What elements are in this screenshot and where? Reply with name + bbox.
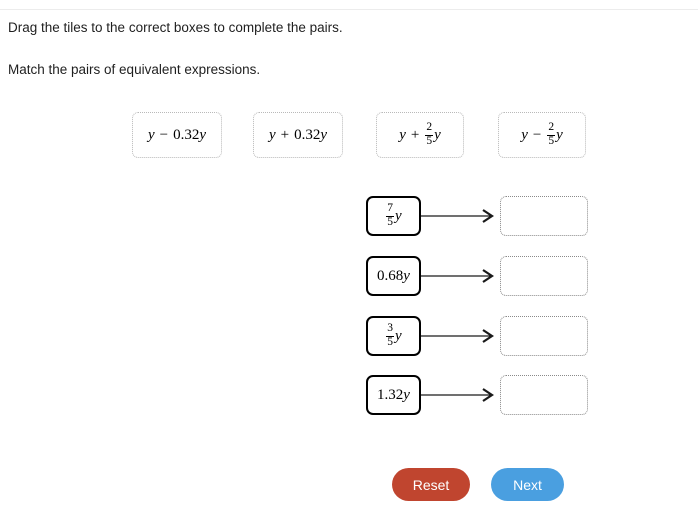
source-expression: 0.68 y — [377, 267, 410, 284]
source-variable: y — [395, 327, 402, 344]
tile-operator: − — [159, 126, 169, 143]
source-expression: 7 5 y — [385, 202, 402, 228]
fraction-denominator: 5 — [425, 134, 434, 147]
fraction-numerator: 3 — [387, 322, 394, 335]
tile-fraction: 2 5 — [425, 121, 434, 147]
reset-button[interactable]: Reset — [392, 468, 470, 501]
right-arrow-icon — [421, 316, 500, 356]
right-arrow-icon — [421, 256, 500, 296]
source-value: 0.68 — [377, 267, 404, 284]
fraction-denominator: 5 — [386, 215, 395, 228]
drop-target-box[interactable] — [500, 196, 588, 236]
next-button[interactable]: Next — [491, 468, 564, 501]
fraction-denominator: 5 — [386, 335, 395, 348]
tile-variable: y — [147, 126, 155, 143]
source-variable: y — [395, 207, 402, 224]
source-expression: 1.32 y — [377, 386, 410, 403]
match-row: 1.32 y — [366, 375, 588, 415]
match-row: 7 5 y — [366, 196, 588, 236]
drop-target-box[interactable] — [500, 256, 588, 296]
fraction-numerator: 2 — [548, 121, 555, 134]
source-variable: y — [403, 386, 410, 403]
instruction-secondary: Match the pairs of equivalent expression… — [8, 62, 261, 77]
tile-term-value: 0.32 — [294, 126, 321, 143]
source-expression: 3 5 y — [385, 322, 402, 348]
tile-operator: + — [280, 126, 290, 143]
source-expression-box: 1.32 y — [366, 375, 421, 415]
draggable-tile[interactable]: y − 0.32 y — [132, 112, 222, 158]
source-expression-box: 3 5 y — [366, 316, 421, 356]
draggable-tile[interactable]: y + 0.32 y — [253, 112, 343, 158]
header-divider — [0, 9, 698, 10]
tile-term-variable: y — [199, 126, 207, 143]
drop-target-box[interactable] — [500, 375, 588, 415]
tile-term-variable: y — [556, 126, 563, 143]
draggable-tile[interactable]: y − 2 5 y — [498, 112, 586, 158]
drop-target-box[interactable] — [500, 316, 588, 356]
tile-term-variable: y — [320, 126, 328, 143]
tile-fraction: 2 5 — [547, 121, 556, 147]
tile-variable: y — [521, 126, 528, 143]
right-arrow-icon — [421, 375, 500, 415]
source-variable: y — [403, 267, 410, 284]
draggable-tile[interactable]: y + 2 5 y — [376, 112, 464, 158]
source-expression-box: 0.68 y — [366, 256, 421, 296]
match-row: 3 5 y — [366, 316, 588, 356]
tile-term-variable: y — [434, 126, 441, 143]
fraction-numerator: 7 — [387, 202, 394, 215]
source-value: 1.32 — [377, 386, 404, 403]
tile-term-value: 0.32 — [173, 126, 200, 143]
fraction-numerator: 2 — [426, 121, 433, 134]
tile-expression: y − 2 5 y — [521, 121, 563, 147]
source-fraction: 3 5 — [386, 322, 395, 348]
source-expression-box: 7 5 y — [366, 196, 421, 236]
tile-variable: y — [268, 126, 276, 143]
source-fraction: 7 5 — [386, 202, 395, 228]
right-arrow-icon — [421, 196, 500, 236]
tile-expression: y − 0.32 y — [147, 126, 207, 143]
tile-operator: + — [410, 126, 420, 143]
match-row: 0.68 y — [366, 256, 588, 296]
tile-expression: y + 0.32 y — [268, 126, 328, 143]
tile-variable: y — [399, 126, 406, 143]
instruction-primary: Drag the tiles to the correct boxes to c… — [8, 20, 343, 35]
tile-expression: y + 2 5 y — [399, 121, 441, 147]
fraction-denominator: 5 — [547, 134, 556, 147]
tile-operator: − — [532, 126, 542, 143]
